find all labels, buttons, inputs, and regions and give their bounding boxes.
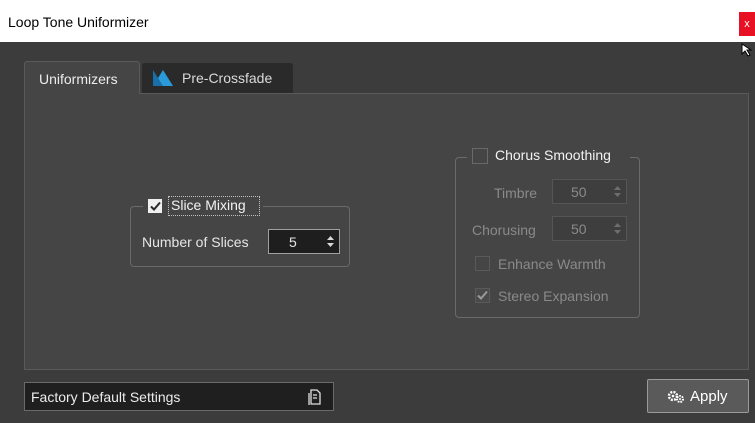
chorusing-value: 50 [571, 221, 587, 237]
enhance-warmth-label: Enhance Warmth [498, 256, 606, 272]
gears-icon [667, 390, 684, 403]
timbre-label: Timbre [494, 185, 538, 201]
apply-label: Apply [690, 388, 728, 405]
checkmark-icon [477, 290, 488, 300]
window-title: Loop Tone Uniformizer [8, 14, 149, 30]
number-of-slices-stepper[interactable]: 5 [268, 229, 340, 254]
tab-pre-crossfade-label: Pre-Crossfade [182, 70, 273, 86]
number-of-slices-label: Number of Slices [142, 234, 249, 250]
crossfade-icon [153, 70, 173, 86]
timbre-value: 50 [571, 184, 587, 200]
slice-mixing-checkbox[interactable] [148, 199, 162, 213]
apply-button[interactable]: Apply [647, 379, 749, 413]
tab-uniformizers-label: Uniformizers [39, 71, 118, 87]
timbre-stepper[interactable]: 50 [552, 179, 627, 204]
factory-default-settings-select[interactable]: Factory Default Settings [24, 382, 334, 411]
stepper-arrows-icon[interactable] [614, 222, 621, 235]
chorusing-stepper[interactable]: 50 [552, 216, 627, 241]
chorus-smoothing-label: Chorus Smoothing [495, 147, 611, 163]
tab-pre-crossfade[interactable]: Pre-Crossfade [142, 63, 293, 93]
mouse-cursor-icon [741, 43, 753, 57]
title-bar: Loop Tone Uniformizer x [0, 0, 755, 42]
close-button[interactable]: x [739, 12, 755, 36]
chorusing-label: Chorusing [472, 222, 536, 238]
chorus-smoothing-checkbox[interactable] [472, 148, 488, 164]
stereo-expansion-checkbox[interactable] [475, 288, 490, 303]
slice-mixing-label: Slice Mixing [171, 197, 246, 213]
stepper-arrows-icon[interactable] [327, 235, 334, 248]
factory-default-settings-label: Factory Default Settings [31, 389, 181, 405]
tab-uniformizers[interactable]: Uniformizers [24, 61, 140, 94]
stereo-expansion-label: Stereo Expansion [498, 288, 609, 304]
enhance-warmth-checkbox[interactable] [475, 256, 490, 271]
checkmark-icon [150, 201, 161, 211]
stepper-arrows-icon[interactable] [614, 185, 621, 198]
document-icon[interactable] [308, 388, 322, 406]
number-of-slices-value: 5 [289, 234, 297, 250]
